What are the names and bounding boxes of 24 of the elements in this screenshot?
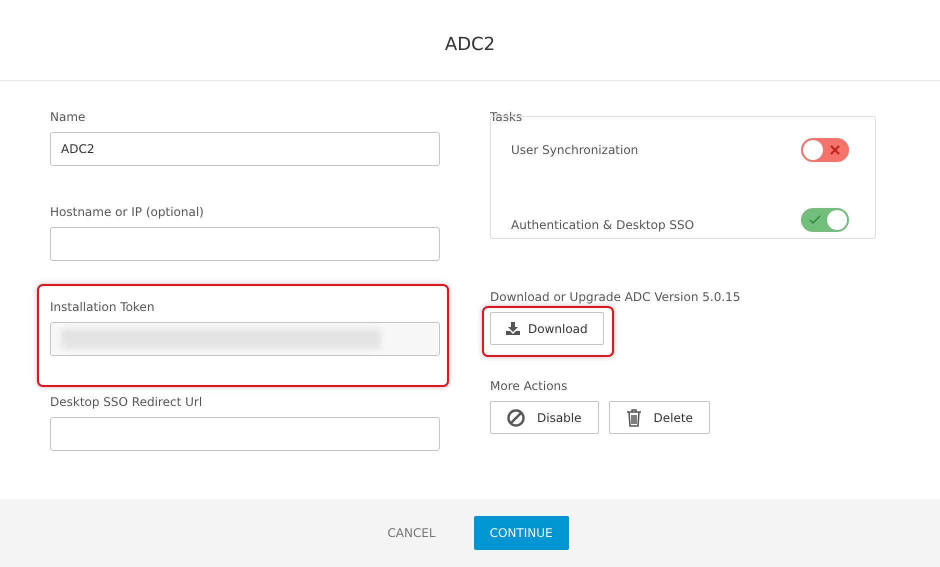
download-button[interactable]: Download — [490, 312, 604, 345]
field-label: Desktop SSO Redirect Url — [50, 395, 204, 409]
toggle-switch[interactable] — [801, 138, 849, 162]
input-field[interactable] — [50, 227, 440, 261]
delete-button[interactable]: Delete — [608, 401, 710, 434]
input-field[interactable]: ADC2 — [50, 132, 440, 166]
field-label: Installation Token — [50, 300, 156, 314]
section-label: Download or Upgrade ADC Version 5.0.15 — [490, 290, 742, 304]
prohibited-icon — [507, 408, 525, 426]
task-label: Authentication & Desktop SSO — [511, 218, 694, 232]
dialog-title: ADC2 — [444, 34, 496, 54]
input-field[interactable] — [50, 322, 440, 356]
input-field[interactable] — [50, 417, 440, 451]
cancel-button[interactable]: CANCEL — [371, 516, 452, 550]
field-label: Hostname or IP (optional) — [50, 205, 205, 219]
close-icon — [829, 144, 841, 156]
download-icon — [506, 322, 520, 335]
disable-button[interactable]: Disable — [490, 401, 599, 434]
field-label: Name — [50, 110, 86, 124]
task-label: User Synchronization — [511, 143, 638, 158]
toggle-switch[interactable] — [801, 208, 849, 232]
section-label: More Actions — [490, 379, 568, 393]
check-icon — [809, 214, 821, 226]
trash-icon — [626, 408, 642, 426]
